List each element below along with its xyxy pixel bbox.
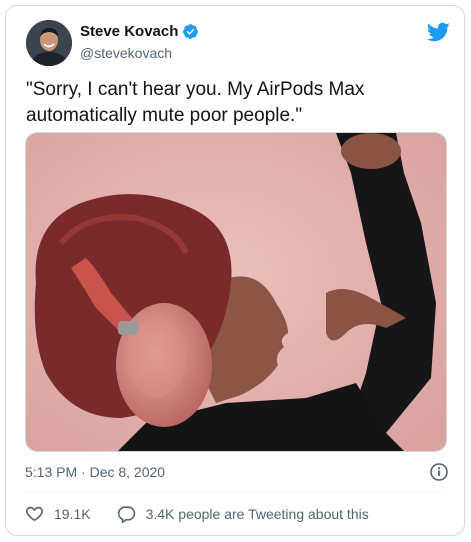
airpods-max-photo-illustration xyxy=(26,133,446,451)
divider xyxy=(25,491,445,492)
tweet-photo[interactable] xyxy=(25,132,447,452)
author-name[interactable]: Steve Kovach xyxy=(80,23,178,40)
conversation-button[interactable]: 3.4K people are Tweeting about this xyxy=(117,504,369,523)
twitter-bird-icon[interactable] xyxy=(426,20,450,44)
author-handle[interactable]: @stevekovach xyxy=(80,45,172,61)
avatar[interactable] xyxy=(26,20,72,66)
like-button[interactable]: 19.1K xyxy=(25,504,91,523)
reply-bubble-icon xyxy=(117,506,135,523)
author-name-row[interactable]: Steve Kovach xyxy=(80,23,199,40)
tweet-card: Steve Kovach @stevekovach "Sorry, I can'… xyxy=(5,5,465,536)
heart-icon xyxy=(26,506,43,522)
like-count: 19.1K xyxy=(54,505,91,522)
info-icon[interactable] xyxy=(429,462,449,482)
conversation-label: 3.4K people are Tweeting about this xyxy=(145,505,369,522)
verified-badge-icon xyxy=(182,23,199,40)
tweet-timestamp[interactable]: 5:13 PM · Dec 8, 2020 xyxy=(25,464,165,480)
tweet-text: "Sorry, I can't hear you. My AirPods Max… xyxy=(26,79,365,126)
tweet-actions: 19.1K 3.4K people are Tweeting about thi… xyxy=(25,504,395,523)
